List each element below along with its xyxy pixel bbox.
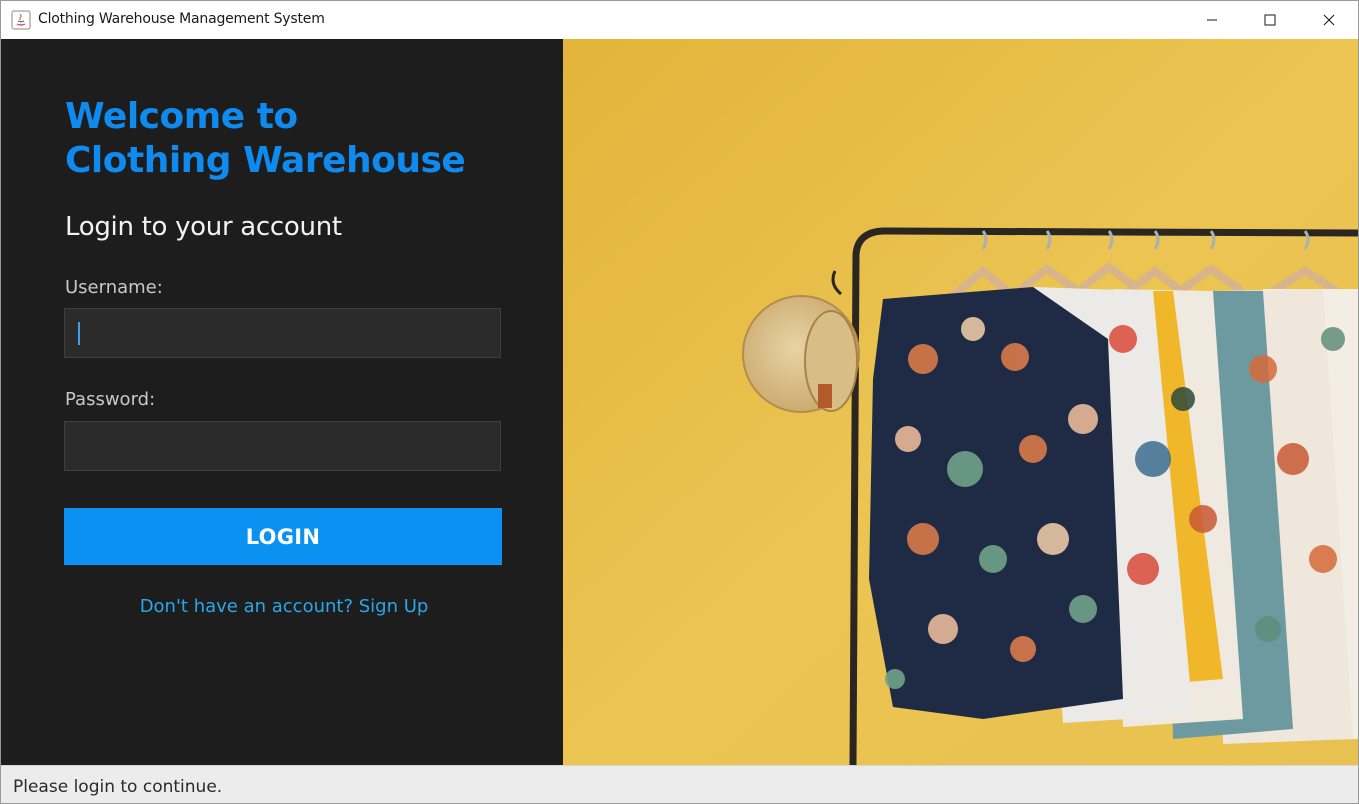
close-icon [1323, 14, 1335, 26]
login-subtitle: Login to your account [65, 212, 342, 242]
login-button[interactable]: LOGIN [64, 508, 502, 565]
window-title: Clothing Warehouse Management System [38, 11, 325, 27]
minimize-icon [1207, 19, 1217, 21]
username-label: Username: [65, 277, 163, 298]
welcome-line-2: Clothing Warehouse [65, 140, 466, 181]
login-panel: Welcome to Clothing Warehouse Login to y… [1, 39, 563, 765]
password-label: Password: [65, 389, 156, 410]
sign-up-link[interactable]: Don't have an account? Sign Up [1, 596, 567, 617]
status-bar: Please login to continue. [1, 765, 1358, 803]
minimize-button[interactable] [1183, 1, 1241, 39]
title-bar[interactable]: Clothing Warehouse Management System [1, 1, 1358, 39]
maximize-button[interactable] [1241, 1, 1299, 39]
status-text: Please login to continue. [13, 777, 223, 797]
welcome-heading: Welcome to Clothing Warehouse [65, 95, 466, 183]
clothing-rack-photo [563, 39, 1358, 765]
welcome-line-1: Welcome to [65, 96, 298, 137]
app-window: Clothing Warehouse Management System Wel… [0, 0, 1359, 804]
close-button[interactable] [1300, 1, 1358, 39]
username-input[interactable] [64, 308, 501, 358]
java-app-icon [11, 10, 31, 30]
text-caret [78, 322, 80, 345]
password-input[interactable] [64, 421, 501, 471]
maximize-icon [1264, 14, 1276, 26]
